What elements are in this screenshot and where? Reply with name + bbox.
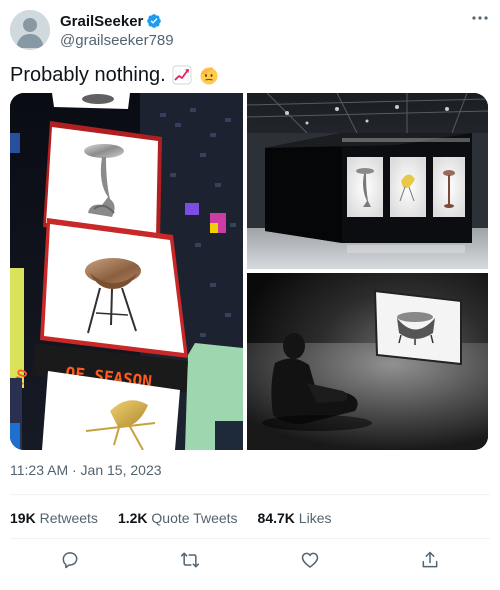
likes-count: 84.7K (257, 510, 295, 526)
media-image-times-square[interactable]: OF SEASON G PO (10, 93, 243, 450)
display-name-row: GrailSeeker (60, 11, 174, 31)
divider-top (10, 494, 490, 495)
verified-badge-icon (146, 13, 162, 29)
tweet-timestamp[interactable]: 11:23 AM · Jan 15, 2023 (10, 462, 162, 478)
tweet-text-row: Probably nothing. (10, 63, 218, 87)
display-name[interactable]: GrailSeeker (60, 13, 143, 30)
likes-label: Likes (298, 510, 332, 526)
tweet-text: Probably nothing. (10, 64, 166, 86)
likes-stat[interactable]: 84.7K Likes (258, 510, 332, 526)
retweet-icon[interactable] (178, 548, 202, 572)
avatar[interactable] (10, 10, 50, 50)
tweet-card: GrailSeeker @grailseeker789 Probably not… (0, 0, 500, 590)
engagement-stats: 19K Retweets 1.2K Quote Tweets 84.7K Lik… (10, 510, 331, 526)
more-horizontal-icon[interactable] (470, 10, 490, 26)
quote-tweets-label: Quote Tweets (151, 510, 238, 526)
retweets-stat[interactable]: 19K Retweets (10, 510, 98, 526)
reply-icon[interactable] (58, 548, 82, 572)
handle[interactable]: @grailseeker789 (60, 32, 174, 49)
chart-increasing-emoji (172, 65, 192, 85)
share-icon[interactable] (418, 548, 442, 572)
action-bar (10, 548, 490, 572)
retweets-label: Retweets (39, 510, 98, 526)
like-icon[interactable] (298, 548, 322, 572)
tweet-header: GrailSeeker @grailseeker789 (10, 8, 490, 52)
author-info: GrailSeeker @grailseeker789 (60, 11, 174, 50)
quote-tweets-stat[interactable]: 1.2K Quote Tweets (118, 510, 238, 526)
divider-bottom (10, 538, 490, 539)
media-grid: OF SEASON G PO (10, 93, 488, 450)
saluting-face-emoji (198, 65, 218, 85)
media-image-gallery-kiosk[interactable] (247, 93, 488, 269)
retweets-count: 19K (10, 510, 36, 526)
quote-tweets-count: 1.2K (117, 510, 148, 526)
media-image-viewer-screen[interactable] (247, 273, 488, 450)
